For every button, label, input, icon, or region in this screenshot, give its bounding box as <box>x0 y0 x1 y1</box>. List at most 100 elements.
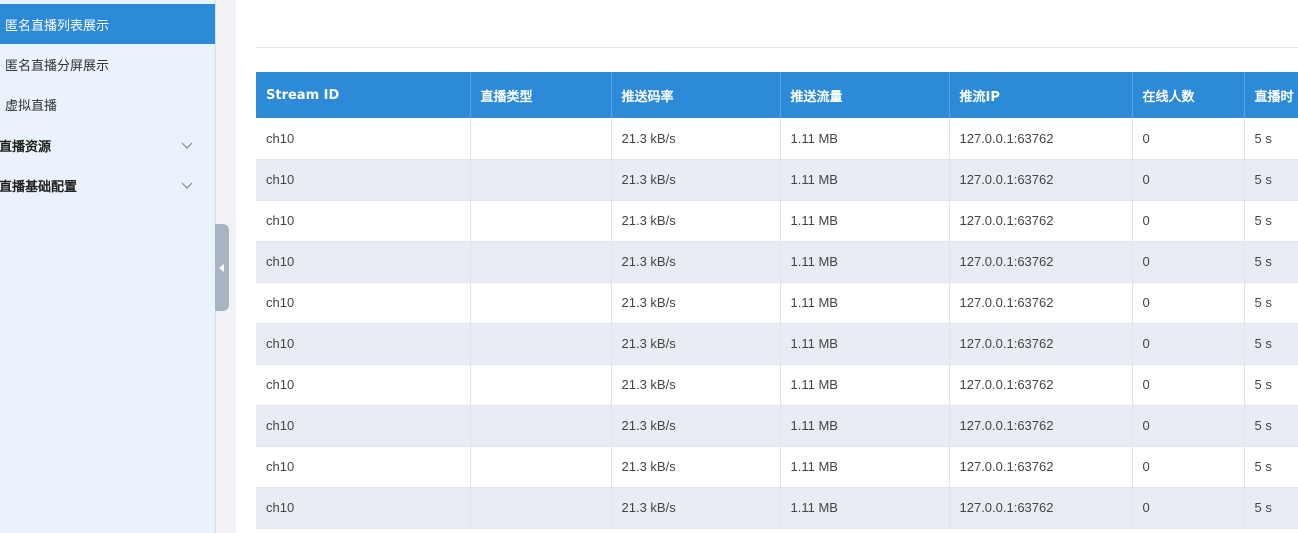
cell-live-type <box>470 118 612 160</box>
cell-push-traffic: 1.11 MB <box>780 364 950 406</box>
cell-online-count: 0 <box>1132 405 1245 447</box>
cell-live-type <box>470 487 612 529</box>
cell-push-traffic: 1.11 MB <box>780 159 950 201</box>
cell-live-duration: 5 s <box>1244 241 1298 283</box>
cell-push-ip: 127.0.0.1:63762 <box>949 364 1133 406</box>
table-row[interactable]: ch10 21.3 kB/s 1.11 MB 127.0.0.1:63762 0 5 s <box>256 200 1298 242</box>
cell-push-bitrate: 21.3 kB/s <box>611 364 781 406</box>
cell-push-traffic: 1.11 MB <box>780 446 950 488</box>
sidebar-group-live-config[interactable]: 直播基础配置 <box>0 165 215 205</box>
table-row[interactable]: ch10 21.3 kB/s 1.11 MB 127.0.0.1:63762 0 5 s <box>256 282 1298 324</box>
cell-push-traffic: 1.11 MB <box>780 118 950 160</box>
table-row[interactable]: ch10 21.3 kB/s 1.11 MB 127.0.0.1:63762 0 5 s <box>256 241 1298 283</box>
cell-push-bitrate: 21.3 kB/s <box>611 323 781 365</box>
cell-push-bitrate: 21.3 kB/s <box>611 487 781 529</box>
stream-table: Stream ID 直播类型 推送码率 推送流量 推流IP 在线人数 直播时 c… <box>256 72 1298 529</box>
cell-stream-id: ch10 <box>256 282 471 324</box>
sidebar-item-anon-live-list[interactable]: 匿名直播列表展示 <box>0 4 215 44</box>
chevron-down-icon <box>181 142 193 149</box>
cell-live-duration: 5 s <box>1244 405 1298 447</box>
cell-stream-id: ch10 <box>256 405 471 447</box>
table-header-row: Stream ID 直播类型 推送码率 推送流量 推流IP 在线人数 直播时 <box>256 72 1298 118</box>
cell-push-bitrate: 21.3 kB/s <box>611 241 781 283</box>
cell-live-type <box>470 323 612 365</box>
cell-online-count: 0 <box>1132 241 1245 283</box>
cell-live-duration: 5 s <box>1244 118 1298 160</box>
cell-push-bitrate: 21.3 kB/s <box>611 118 781 160</box>
cell-push-bitrate: 21.3 kB/s <box>611 446 781 488</box>
cell-online-count: 0 <box>1132 200 1245 242</box>
table-row[interactable]: ch10 21.3 kB/s 1.11 MB 127.0.0.1:63762 0 5 s <box>256 487 1298 529</box>
cell-live-type <box>470 405 612 447</box>
col-header-online-count[interactable]: 在线人数 <box>1132 72 1245 118</box>
cell-push-ip: 127.0.0.1:63762 <box>949 159 1133 201</box>
col-header-push-ip[interactable]: 推流IP <box>949 72 1133 118</box>
cell-push-bitrate: 21.3 kB/s <box>611 405 781 447</box>
cell-live-type <box>470 282 612 324</box>
caret-left-icon <box>219 263 224 272</box>
cell-online-count: 0 <box>1132 159 1245 201</box>
cell-live-type <box>470 446 612 488</box>
col-header-live-type[interactable]: 直播类型 <box>470 72 612 118</box>
cell-live-type <box>470 159 612 201</box>
sidebar-item-virtual-live[interactable]: 虚拟直播 <box>0 84 215 124</box>
table-row[interactable]: ch10 21.3 kB/s 1.11 MB 127.0.0.1:63762 0 5 s <box>256 364 1298 406</box>
table-body: ch10 21.3 kB/s 1.11 MB 127.0.0.1:63762 0 5 sc… <box>256 118 1298 529</box>
cell-live-type <box>470 241 612 283</box>
cell-push-traffic: 1.11 MB <box>780 282 950 324</box>
table-row[interactable]: ch10 21.3 kB/s 1.11 MB 127.0.0.1:63762 0 5 s <box>256 446 1298 488</box>
cell-live-duration: 5 s <box>1244 282 1298 324</box>
cell-push-bitrate: 21.3 kB/s <box>611 200 781 242</box>
cell-push-traffic: 1.11 MB <box>780 323 950 365</box>
cell-live-duration: 5 s <box>1244 364 1298 406</box>
sidebar-item-label: 匿名直播列表展示 <box>5 18 110 34</box>
cell-push-traffic: 1.11 MB <box>780 200 950 242</box>
cell-online-count: 0 <box>1132 282 1245 324</box>
cell-stream-id: ch10 <box>256 446 471 488</box>
cell-online-count: 0 <box>1132 323 1245 365</box>
cell-push-traffic: 1.11 MB <box>780 487 950 529</box>
cell-stream-id: ch10 <box>256 159 471 201</box>
cell-stream-id: ch10 <box>256 118 471 160</box>
cell-push-bitrate: 21.3 kB/s <box>611 282 781 324</box>
chevron-down-icon <box>181 182 193 189</box>
sidebar-collapse-handle[interactable] <box>215 224 229 311</box>
cell-stream-id: ch10 <box>256 364 471 406</box>
cell-online-count: 0 <box>1132 118 1245 160</box>
cell-push-ip: 127.0.0.1:63762 <box>949 446 1133 488</box>
table-row[interactable]: ch10 21.3 kB/s 1.11 MB 127.0.0.1:63762 0 5 s <box>256 323 1298 365</box>
col-header-stream-id[interactable]: Stream ID <box>256 72 471 118</box>
cell-online-count: 0 <box>1132 364 1245 406</box>
table-row[interactable]: ch10 21.3 kB/s 1.11 MB 127.0.0.1:63762 0 5 s <box>256 159 1298 201</box>
cell-live-type <box>470 364 612 406</box>
cell-push-ip: 127.0.0.1:63762 <box>949 282 1133 324</box>
sidebar-item-label: 虚拟直播 <box>5 98 58 114</box>
cell-stream-id: ch10 <box>256 487 471 529</box>
cell-live-duration: 5 s <box>1244 323 1298 365</box>
cell-push-ip: 127.0.0.1:63762 <box>949 323 1133 365</box>
col-header-live-duration[interactable]: 直播时 <box>1244 72 1298 118</box>
cell-push-ip: 127.0.0.1:63762 <box>949 200 1133 242</box>
cell-push-ip: 127.0.0.1:63762 <box>949 487 1133 529</box>
sidebar-group-label: 直播基础配置 <box>0 179 78 195</box>
col-header-push-bitrate[interactable]: 推送码率 <box>611 72 781 118</box>
cell-push-traffic: 1.11 MB <box>780 405 950 447</box>
cell-push-traffic: 1.11 MB <box>780 241 950 283</box>
sidebar-item-label: 匿名直播分屏展示 <box>5 58 110 74</box>
cell-stream-id: ch10 <box>256 323 471 365</box>
cell-live-type <box>470 200 612 242</box>
cell-live-duration: 5 s <box>1244 446 1298 488</box>
cell-online-count: 0 <box>1132 446 1245 488</box>
cell-stream-id: ch10 <box>256 200 471 242</box>
table-row[interactable]: ch10 21.3 kB/s 1.11 MB 127.0.0.1:63762 0 5 s <box>256 405 1298 447</box>
cell-push-ip: 127.0.0.1:63762 <box>949 241 1133 283</box>
cell-push-ip: 127.0.0.1:63762 <box>949 118 1133 160</box>
table-row[interactable]: ch10 21.3 kB/s 1.11 MB 127.0.0.1:63762 0 5 s <box>256 118 1298 160</box>
sidebar-group-live-resources[interactable]: 直播资源 <box>0 125 215 165</box>
sidebar: 匿名直播列表展示 匿名直播分屏展示 虚拟直播 直播资源 直播基础配置 <box>0 0 216 533</box>
sidebar-group-label: 直播资源 <box>0 139 52 155</box>
cell-stream-id: ch10 <box>256 241 471 283</box>
sidebar-item-anon-live-split[interactable]: 匿名直播分屏展示 <box>0 44 215 84</box>
col-header-push-traffic[interactable]: 推送流量 <box>780 72 950 118</box>
cell-push-ip: 127.0.0.1:63762 <box>949 405 1133 447</box>
